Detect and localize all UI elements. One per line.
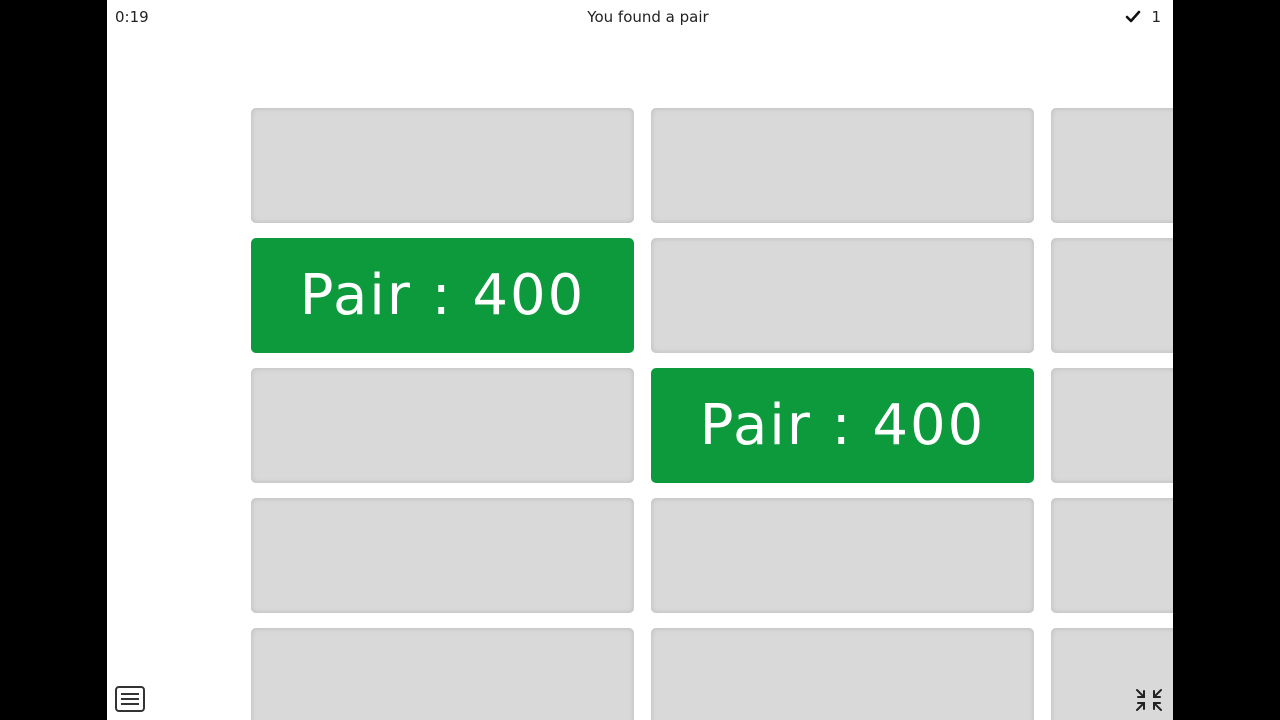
game-area: 0:19 You found a pair 1 Pair : 400 Pair :… [107,0,1173,720]
pairs-found-counter: 1 [1125,8,1161,26]
hidden-card[interactable] [1051,368,1173,483]
checkmark-icon [1126,10,1141,23]
exit-fullscreen-icon[interactable] [1134,686,1164,714]
hidden-card[interactable] [251,628,634,720]
card-label: Pair : 400 [299,263,586,328]
hidden-card[interactable] [651,498,1034,613]
revealed-card[interactable]: Pair : 400 [251,238,634,353]
hamburger-menu-icon [121,693,139,695]
top-bar: 0:19 You found a pair 1 [107,0,1173,36]
revealed-card[interactable]: Pair : 400 [651,368,1034,483]
hidden-card[interactable] [651,628,1034,720]
hidden-card[interactable] [1051,238,1173,353]
hidden-card[interactable] [1051,498,1173,613]
hidden-card[interactable] [651,108,1034,223]
hidden-card[interactable] [651,238,1034,353]
pairs-found-count: 1 [1151,8,1161,26]
hidden-card[interactable] [251,108,634,223]
hidden-card[interactable] [1051,108,1173,223]
hidden-card[interactable] [251,368,634,483]
hidden-card[interactable] [251,498,634,613]
hamburger-line [121,698,139,700]
card-label: Pair : 400 [699,393,986,458]
status-message: You found a pair [587,8,709,26]
hamburger-line [121,703,139,705]
menu-button[interactable] [115,686,145,712]
